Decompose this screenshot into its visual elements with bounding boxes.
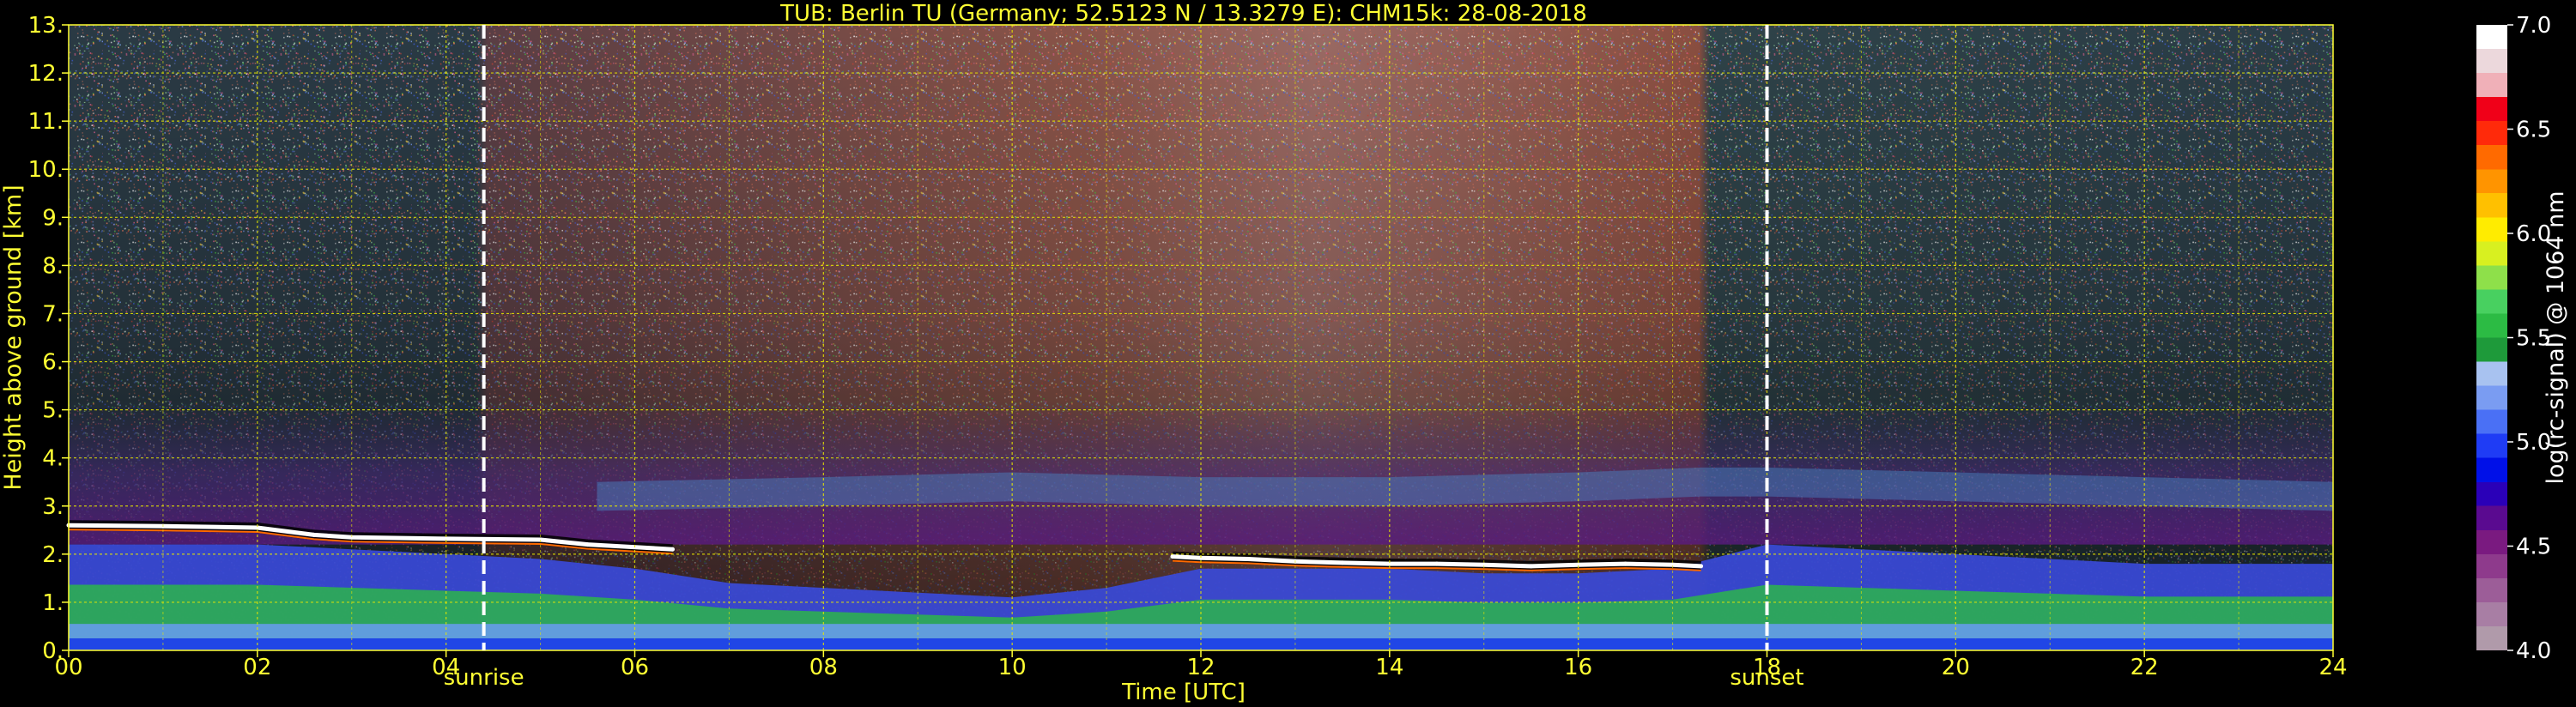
colorbar-scale bbox=[2476, 25, 2507, 650]
x-tick-label: 08 bbox=[809, 655, 838, 680]
cloud-point bbox=[312, 532, 317, 537]
y-tick-label: 4. bbox=[42, 446, 64, 472]
cloud-point bbox=[1340, 560, 1345, 565]
x-tick-label: 22 bbox=[2131, 655, 2159, 680]
cloud-point bbox=[585, 542, 590, 547]
x-tick-label: 10 bbox=[998, 655, 1027, 680]
y-tick-label: 11. bbox=[28, 109, 64, 135]
y-axis-label: Height above ground [km] bbox=[0, 184, 27, 490]
cloud-point bbox=[1623, 561, 1628, 566]
lidar-chart: sunrise sunset 00 02 04 06 08 10 12 14 16 18 20 22 24… bbox=[0, 1, 2569, 705]
x-tick-label: 18 bbox=[1753, 655, 1781, 680]
chart-title: TUB: Berlin TU (Germany; 52.5123 N / 13.… bbox=[779, 1, 1587, 27]
y-tick-label: 5. bbox=[42, 398, 64, 424]
x-tick-label: 06 bbox=[621, 655, 649, 680]
y-tick-label: 12. bbox=[28, 61, 64, 87]
colorbar-tick-label: 4.5 bbox=[2516, 535, 2551, 560]
cloud-point bbox=[670, 547, 675, 552]
surface-layer bbox=[69, 624, 2333, 638]
y-tick-label: 13. bbox=[28, 13, 64, 39]
x-axis-label: Time [UTC] bbox=[1121, 680, 1246, 705]
colorbar-label: log(rc-signal) @ 1064 nm bbox=[2543, 190, 2569, 484]
y-tick-label: 3. bbox=[42, 494, 64, 520]
x-tick-label: 16 bbox=[1564, 655, 1592, 680]
y-tick-label: 8. bbox=[42, 253, 64, 279]
colorbar-tick-label: 4.0 bbox=[2516, 638, 2551, 664]
y-axis-ticks: 0. 1. 2. 3. 4. 5. 6. 7. 8. 9. 10. 11. 12. 13. bbox=[28, 13, 69, 664]
y-tick-label: 0. bbox=[42, 638, 64, 664]
cloud-point bbox=[1434, 561, 1440, 566]
cloud-point bbox=[1529, 564, 1534, 569]
x-tick-label: 12 bbox=[1186, 655, 1215, 680]
x-tick-label: 24 bbox=[2318, 655, 2347, 680]
cloud-point bbox=[1246, 557, 1251, 561]
x-tick-label: 14 bbox=[1375, 655, 1403, 680]
x-tick-label: 20 bbox=[1942, 655, 1970, 680]
cloud-point bbox=[1170, 554, 1175, 559]
y-tick-label: 1. bbox=[42, 590, 64, 616]
colorbar: 4.04.55.05.56.06.57.0 log(rc-signal) @ 1… bbox=[2476, 13, 2569, 664]
colorbar-tick-label: 6.5 bbox=[2516, 118, 2551, 143]
y-tick-label: 9. bbox=[42, 205, 64, 231]
y-tick-label: 7. bbox=[42, 301, 64, 327]
x-tick-label: 04 bbox=[432, 655, 460, 680]
x-axis-ticks: 00 02 04 06 08 10 12 14 16 18 20 22 24 bbox=[54, 650, 2348, 680]
x-tick-label: 02 bbox=[243, 655, 271, 680]
y-tick-label: 10. bbox=[28, 157, 64, 183]
y-tick-label: 6. bbox=[42, 350, 64, 376]
cloud-point bbox=[1699, 564, 1704, 569]
y-tick-label: 2. bbox=[42, 542, 64, 568]
colorbar-tick-label: 7.0 bbox=[2516, 13, 2551, 39]
